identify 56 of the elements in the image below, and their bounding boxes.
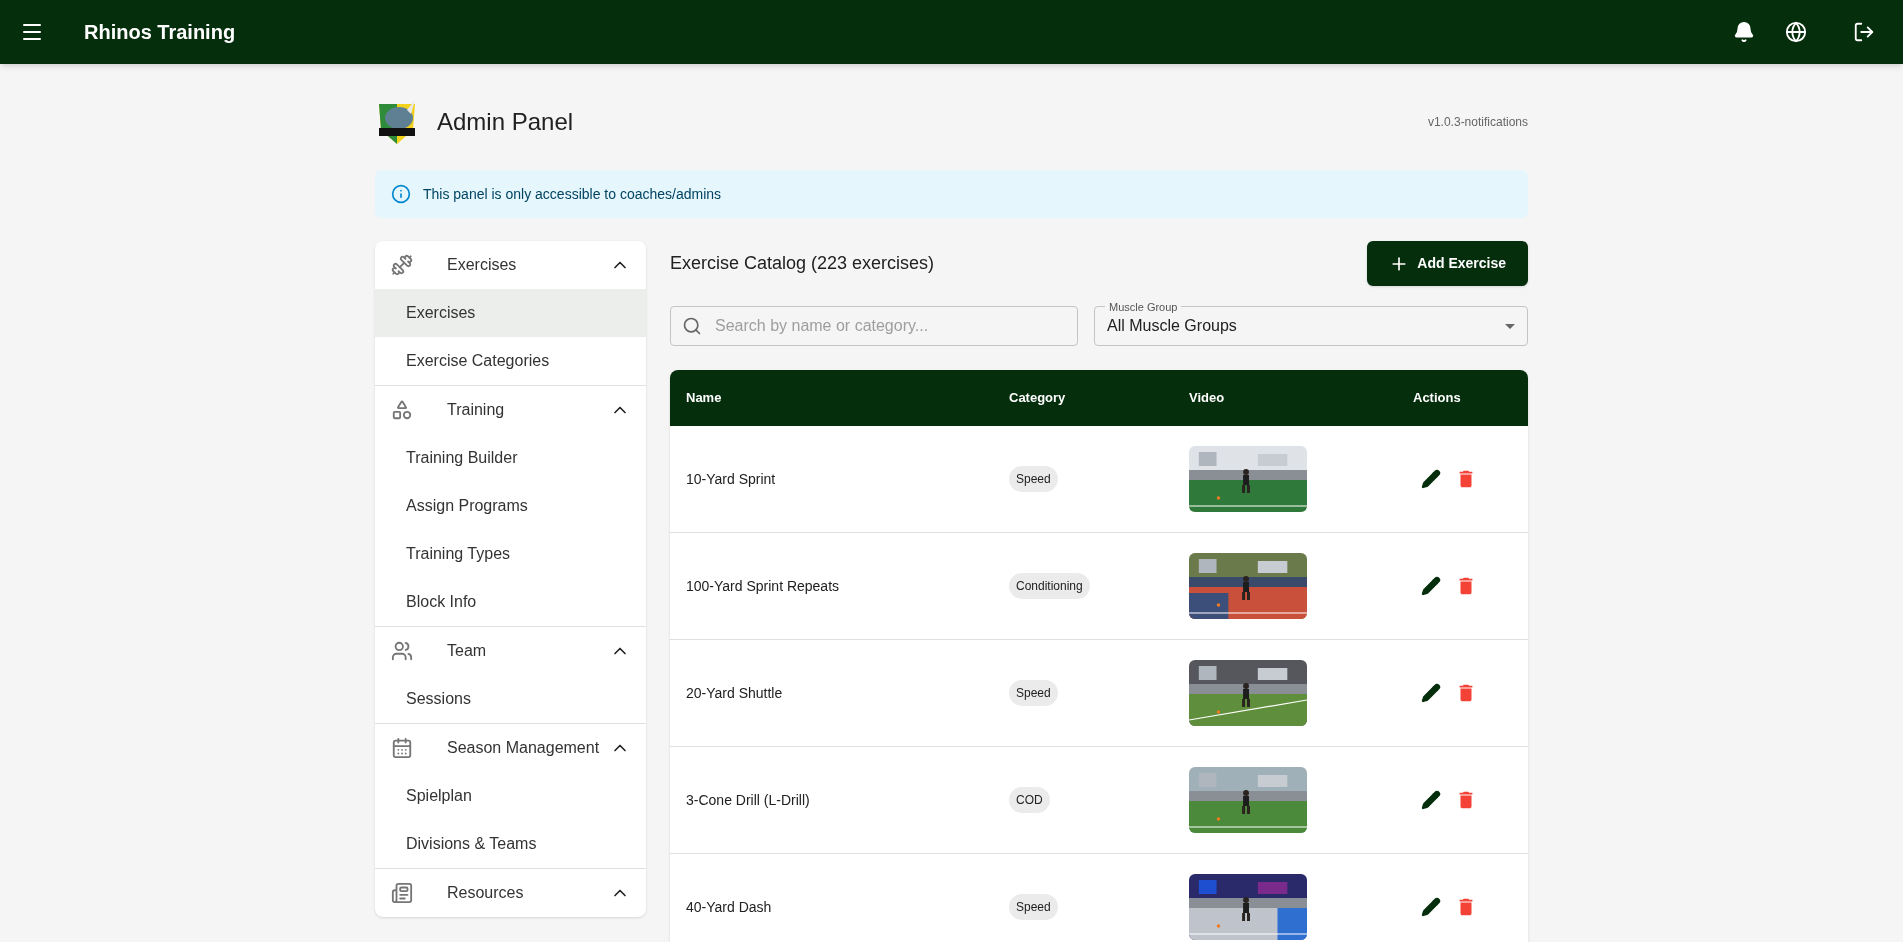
- info-icon: [391, 184, 411, 204]
- sidebar-group-header[interactable]: Exercises: [375, 241, 646, 289]
- calendar-icon: [391, 737, 413, 759]
- edit-button[interactable]: [1419, 895, 1443, 919]
- sidebar-item[interactable]: Divisions & Teams: [375, 820, 646, 868]
- exercise-name: 100-Yard Sprint Repeats: [686, 576, 841, 596]
- sidebar-group-header[interactable]: Team: [375, 627, 646, 675]
- category-chip: Speed: [1009, 466, 1058, 492]
- edit-button[interactable]: [1419, 574, 1443, 598]
- edit-button[interactable]: [1419, 467, 1443, 491]
- sidebar-item[interactable]: Exercise Categories: [375, 337, 646, 385]
- sidebar-item[interactable]: Spielplan: [375, 772, 646, 820]
- exercise-name: 3-Cone Drill (L-Drill): [686, 790, 811, 810]
- logout-icon: [1853, 21, 1875, 43]
- sidebar-item[interactable]: Sessions: [375, 675, 646, 723]
- sidebar-group-header[interactable]: Resources: [375, 869, 646, 917]
- exercise-name: 20-Yard Shuttle: [686, 683, 784, 703]
- pencil-icon: [1421, 683, 1441, 703]
- dumbbell-icon: [391, 254, 413, 276]
- sidebar-item[interactable]: Exercises: [375, 289, 646, 337]
- search-field[interactable]: Search by name or category...: [670, 306, 1078, 346]
- edit-button[interactable]: [1419, 681, 1443, 705]
- sidebar-group-header[interactable]: Training: [375, 386, 646, 434]
- version-label: v1.0.3-notifications: [1427, 114, 1528, 131]
- category-chip: Speed: [1009, 894, 1058, 920]
- globe-icon: [1785, 21, 1807, 43]
- newspaper-icon: [391, 882, 413, 904]
- sidebar-item[interactable]: Training Builder: [375, 434, 646, 482]
- sidebar-item[interactable]: Training Types: [375, 530, 646, 578]
- alert-text: This panel is only accessible to coaches/admins: [423, 184, 722, 204]
- column-header: Category: [1009, 389, 1067, 408]
- pencil-icon: [1421, 576, 1441, 596]
- exercise-name: 40-Yard Dash: [686, 897, 773, 917]
- bell-icon: [1733, 21, 1755, 43]
- page-title: Admin Panel: [437, 107, 574, 137]
- sidebar-item[interactable]: Block Info: [375, 578, 646, 626]
- sidebar-group-header[interactable]: Season Management: [375, 724, 646, 772]
- exercise-name: 10-Yard Sprint: [686, 469, 777, 489]
- edit-button[interactable]: [1419, 788, 1443, 812]
- column-header: Actions: [1413, 389, 1462, 408]
- pencil-icon: [1421, 469, 1441, 489]
- category-chip: COD: [1009, 787, 1050, 813]
- category-chip: Conditioning: [1009, 573, 1090, 599]
- column-header: Name: [686, 389, 723, 408]
- catalog-title: Exercise Catalog (223 exercises): [670, 252, 935, 275]
- search-icon: [682, 316, 702, 336]
- dropdown-caret-icon: [1505, 323, 1515, 329]
- pencil-icon: [1421, 897, 1441, 917]
- shapes-icon: [391, 399, 413, 421]
- column-header: Video: [1189, 389, 1226, 408]
- add-exercise-button[interactable]: Add Exercise: [1367, 241, 1528, 286]
- pencil-icon: [1421, 790, 1441, 810]
- people-icon: [391, 640, 413, 662]
- category-chip: Speed: [1009, 680, 1058, 706]
- sidebar-item[interactable]: Assign Programs: [375, 482, 646, 530]
- app-title: Rhinos Training: [84, 20, 236, 45]
